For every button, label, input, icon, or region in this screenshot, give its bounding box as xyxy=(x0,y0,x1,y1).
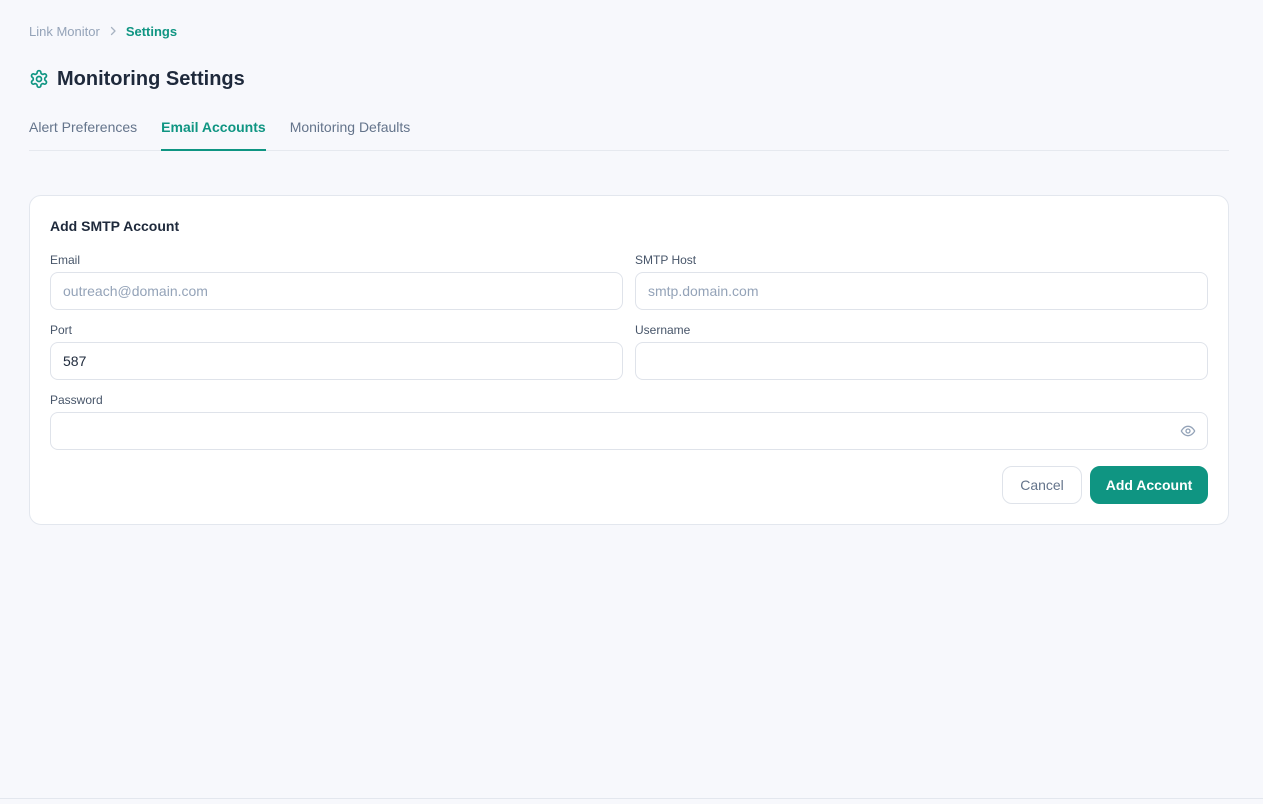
username-input[interactable] xyxy=(635,342,1208,380)
email-input[interactable] xyxy=(50,272,623,310)
gear-icon xyxy=(29,69,49,89)
email-label: Email xyxy=(50,253,81,267)
port-label: Port xyxy=(50,323,73,337)
smtp-host-input[interactable] xyxy=(635,272,1208,310)
card-title: Add SMTP Account xyxy=(50,218,180,234)
settings-page: Link Monitor Settings Monitoring Setting… xyxy=(0,0,1263,804)
smtp-host-label: SMTP Host xyxy=(635,253,697,267)
bottom-divider xyxy=(0,798,1263,799)
cancel-button[interactable]: Cancel xyxy=(1002,466,1082,504)
tab-alert-preferences[interactable]: Alert Preferences xyxy=(29,112,137,151)
tab-email-accounts[interactable]: Email Accounts xyxy=(161,112,266,151)
chevron-right-icon xyxy=(104,26,122,36)
add-smtp-account-card: Add SMTP Account Email SMTP Host Port Us… xyxy=(29,195,1229,525)
password-input[interactable] xyxy=(50,412,1208,450)
page-header: Monitoring Settings xyxy=(29,66,245,92)
tab-monitoring-defaults[interactable]: Monitoring Defaults xyxy=(290,112,411,151)
breadcrumb: Link Monitor Settings xyxy=(29,22,177,40)
breadcrumb-link-monitor[interactable]: Link Monitor xyxy=(29,24,100,39)
add-account-button[interactable]: Add Account xyxy=(1090,466,1208,504)
username-label: Username xyxy=(635,323,691,337)
port-input[interactable] xyxy=(50,342,623,380)
breadcrumb-current: Settings xyxy=(125,23,178,39)
eye-icon[interactable] xyxy=(1180,423,1196,439)
password-label: Password xyxy=(50,393,103,407)
page-title: Monitoring Settings xyxy=(57,67,245,90)
settings-tabs: Alert Preferences Email Accounts Monitor… xyxy=(29,112,1229,151)
